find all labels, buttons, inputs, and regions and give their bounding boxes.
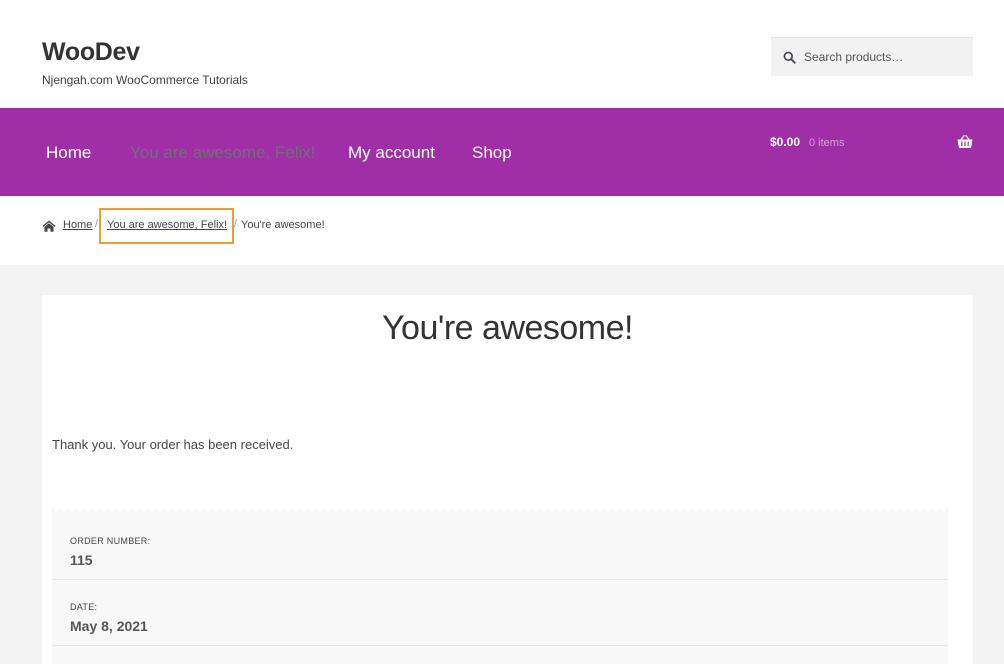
nav-item-you-are-awesome[interactable]: You are awesome, Felix!	[130, 143, 316, 163]
nav-item-my-account[interactable]: My account	[348, 143, 435, 163]
main-content: You're awesome! Thank you. Your order ha…	[42, 295, 973, 664]
cart-count[interactable]: 0 items	[809, 137, 844, 149]
search-icon	[783, 51, 796, 64]
order-number-value: 115	[70, 552, 93, 568]
breadcrumb-parent-link[interactable]: You are awesome, Felix!	[107, 219, 227, 231]
breadcrumb: Home / You are awesome, Felix! / You're …	[0, 196, 1004, 265]
home-icon	[42, 220, 56, 232]
order-date-value: May 8, 2021	[70, 618, 148, 634]
breadcrumb-separator: /	[95, 218, 99, 230]
breadcrumb-current: You're awesome!	[241, 219, 325, 231]
basket-icon[interactable]	[957, 135, 973, 149]
cart-amount[interactable]: $0.00	[770, 135, 800, 149]
order-number-label: ORDER NUMBER:	[70, 536, 151, 546]
search-box[interactable]	[771, 37, 973, 76]
order-date-row: DATE: May 8, 2021	[52, 580, 948, 646]
site-header: WooDev Njengah.com WooCommerce Tutorials	[0, 0, 1004, 108]
primary-navigation: Home You are awesome, Felix! My account …	[0, 108, 1004, 196]
search-input[interactable]	[804, 50, 964, 64]
order-date-label: DATE:	[70, 602, 98, 612]
nav-item-shop[interactable]: Shop	[472, 143, 512, 163]
page-title: You're awesome!	[381, 309, 634, 347]
order-number-row: ORDER NUMBER: 115	[52, 514, 948, 580]
order-received-notice: Thank you. Your order has been received.	[52, 437, 294, 452]
site-title[interactable]: WooDev	[42, 38, 140, 67]
order-overview: ORDER NUMBER: 115 DATE: May 8, 2021	[52, 507, 948, 664]
breadcrumb-separator: /	[234, 218, 238, 230]
breadcrumb-home-link[interactable]: Home	[63, 219, 92, 231]
site-description: Njengah.com WooCommerce Tutorials	[42, 73, 248, 87]
nav-item-home[interactable]: Home	[46, 143, 91, 163]
